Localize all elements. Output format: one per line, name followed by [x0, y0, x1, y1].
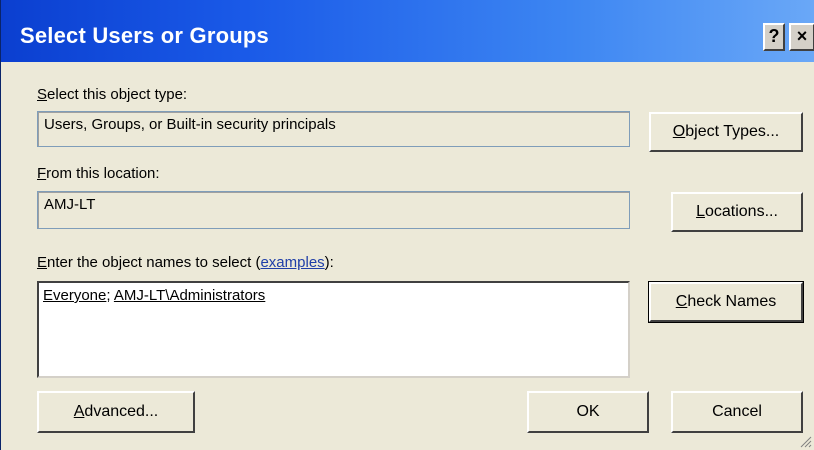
object-type-label: Select this object type: [37, 86, 188, 103]
check-names-button[interactable]: Check Names [648, 281, 804, 323]
select-users-dialog: Select Users or Groups ? × Select this o… [0, 0, 814, 450]
help-button[interactable]: ? [763, 23, 785, 51]
location-field: AMJ-LT [37, 191, 630, 229]
title-bar[interactable]: Select Users or Groups ? × [1, 0, 814, 62]
examples-link[interactable]: examples [260, 254, 324, 271]
advanced-button[interactable]: Advanced... [37, 391, 195, 433]
object-names-label: Enter the object names to select (exampl… [37, 254, 334, 271]
object-names-input[interactable]: Everyone; AMJ-LT\Administrators [37, 281, 630, 378]
resize-grip-icon[interactable] [798, 434, 812, 448]
locations-button[interactable]: Locations... [671, 192, 803, 232]
close-button[interactable]: × [789, 23, 814, 51]
object-types-button[interactable]: Object Types... [649, 112, 803, 152]
location-label: From this location: [37, 165, 160, 182]
name-entry[interactable]: AMJ-LT\Administrators [114, 287, 265, 304]
close-icon: × [796, 26, 808, 46]
cancel-button[interactable]: Cancel [671, 391, 803, 433]
object-type-field: Users, Groups, or Built-in security prin… [37, 111, 630, 147]
ok-button[interactable]: OK [527, 391, 649, 433]
dialog-title: Select Users or Groups [20, 23, 269, 48]
name-separator: ; [106, 287, 114, 304]
name-entry[interactable]: Everyone [43, 287, 106, 304]
